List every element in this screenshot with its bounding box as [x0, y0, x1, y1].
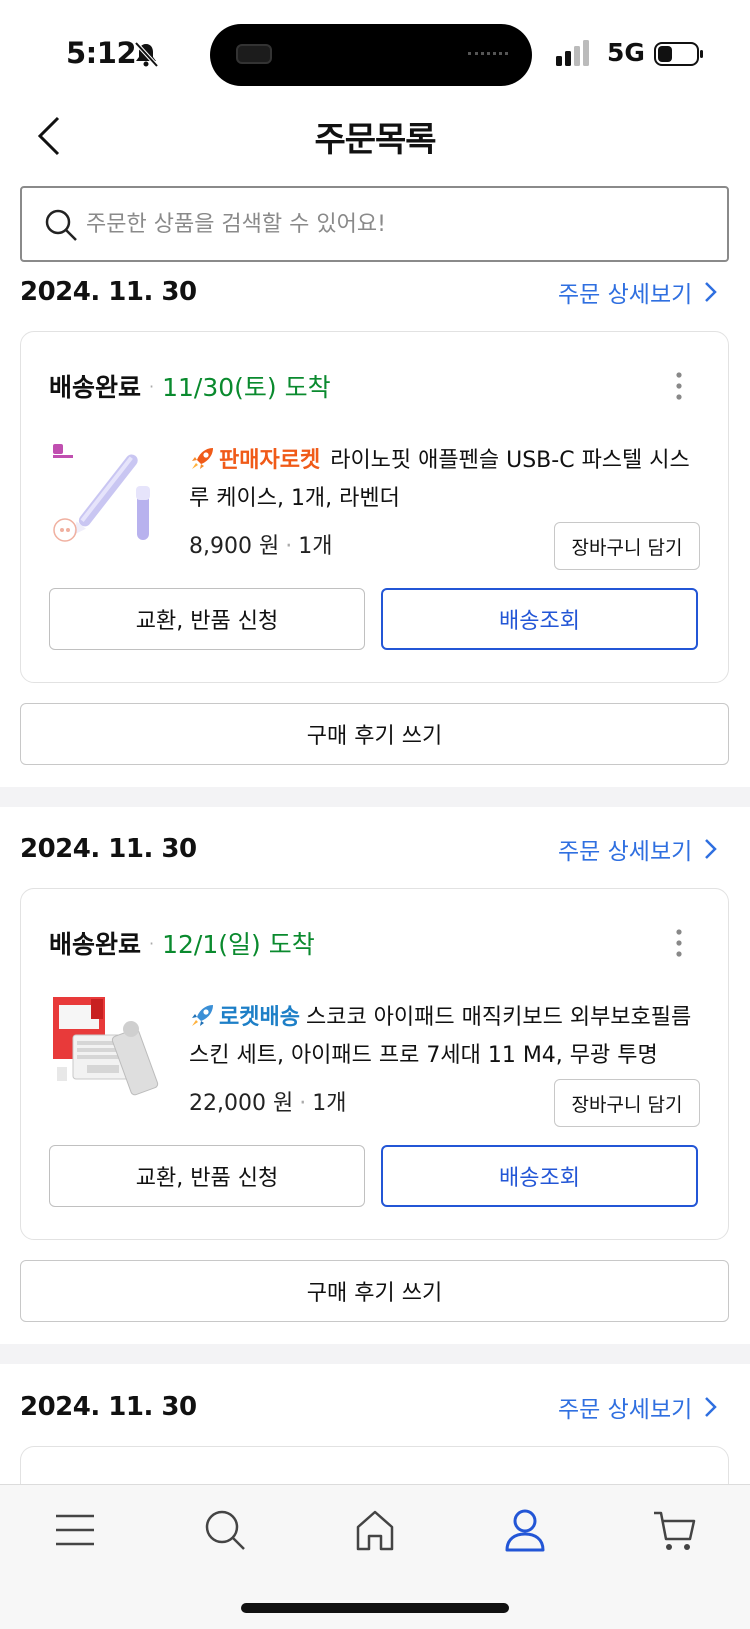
write-review-button[interactable]: 구매 후기 쓰기: [20, 1260, 729, 1322]
arrival-date: 11/30(토) 도착: [162, 373, 331, 402]
separator-dot: ·: [149, 933, 155, 953]
header: 주문목록: [0, 100, 750, 180]
price: 8,900 원: [189, 534, 280, 559]
price: 22,000 원: [189, 1091, 294, 1116]
search-icon: [45, 209, 77, 241]
price-line: 8,900 원 · 1개: [189, 528, 332, 560]
quantity: 1개: [298, 534, 333, 559]
seller-rocket-badge: 판매자로켓: [219, 448, 321, 473]
section-divider: [0, 787, 750, 807]
island-dots: [468, 52, 508, 56]
search-input[interactable]: [86, 204, 686, 244]
add-to-cart-button[interactable]: 장바구니 담기: [554, 522, 700, 570]
rocket-icon: [192, 448, 213, 469]
island-activity-icon: [236, 44, 272, 64]
order-card: 배송완료 · 12/1(일) 도착 로켓배송 스코코 아이패드 매직키보드 외부…: [20, 888, 729, 1240]
network-label: 5G: [607, 38, 645, 67]
battery-icon: [654, 42, 703, 66]
menu-icon[interactable]: [52, 1507, 98, 1553]
status-time: 5:12: [66, 36, 137, 70]
page-title: 주문목록: [314, 120, 436, 160]
more-options-icon[interactable]: [676, 929, 682, 957]
exchange-return-button[interactable]: 교환, 반품 신청: [49, 1145, 365, 1207]
order-detail-link[interactable]: 주문 상세보기: [558, 275, 718, 309]
order-date: 2024. 11. 30: [20, 277, 197, 307]
price-line: 22,000 원 · 1개: [189, 1085, 346, 1117]
arrival-date: 12/1(일) 도착: [162, 930, 315, 959]
rocket-delivery-badge: 로켓배송: [219, 1005, 300, 1030]
order-detail-link[interactable]: 주문 상세보기: [558, 1390, 718, 1424]
product-title[interactable]: 판매자로켓 라이노핏 애플펜슬 USB-C 파스텔 시스루 케이스, 1개, 라벤…: [189, 442, 709, 518]
search-icon[interactable]: [202, 1507, 248, 1553]
delivery-status: 배송완료 · 12/1(일) 도착: [49, 925, 315, 961]
separator-dot: ·: [149, 376, 155, 396]
order-detail-label: 주문 상세보기: [558, 839, 693, 865]
bell-muted-icon: [134, 41, 159, 68]
delivery-status-label: 배송완료: [49, 930, 142, 959]
exchange-return-button[interactable]: 교환, 반품 신청: [49, 588, 365, 650]
cart-icon[interactable]: [652, 1507, 698, 1553]
track-delivery-button[interactable]: 배송조회: [381, 588, 698, 650]
order-detail-label: 주문 상세보기: [558, 1397, 693, 1423]
track-delivery-button[interactable]: 배송조회: [381, 1145, 698, 1207]
chevron-right-icon: [705, 1397, 718, 1417]
order-date: 2024. 11. 30: [20, 834, 197, 864]
add-to-cart-button[interactable]: 장바구니 담기: [554, 1079, 700, 1127]
section-divider: [0, 1344, 750, 1364]
order-detail-link[interactable]: 주문 상세보기: [558, 832, 718, 866]
quantity: 1개: [312, 1091, 347, 1116]
chevron-right-icon: [705, 282, 718, 302]
delivery-status-label: 배송완료: [49, 373, 142, 402]
order-detail-label: 주문 상세보기: [558, 282, 693, 308]
search-box[interactable]: [20, 186, 729, 262]
product-image-pencil-case[interactable]: [51, 440, 161, 550]
order-card: 배송완료 · 11/30(토) 도착 판매자로켓 라이노핏 애플펜슬 USB-C…: [20, 331, 729, 683]
separator-dot: ·: [299, 1091, 307, 1116]
product-image-keyboard-film[interactable]: [51, 997, 161, 1107]
bottom-nav: [0, 1484, 750, 1629]
status-bar: 5:12 5G: [0, 0, 750, 100]
home-indicator: [241, 1603, 509, 1613]
write-review-button[interactable]: 구매 후기 쓰기: [20, 703, 729, 765]
dynamic-island: [210, 24, 532, 86]
delivery-status: 배송완료 · 11/30(토) 도착: [49, 368, 331, 404]
separator-dot: ·: [285, 534, 293, 559]
more-options-icon[interactable]: [676, 372, 682, 400]
chevron-right-icon: [705, 839, 718, 859]
order-date: 2024. 11. 30: [20, 1392, 197, 1422]
rocket-icon: [192, 1005, 213, 1026]
home-icon[interactable]: [352, 1507, 398, 1553]
signal-icon: [556, 40, 589, 66]
my-page-icon[interactable]: [502, 1507, 548, 1553]
product-title[interactable]: 로켓배송 스코코 아이패드 매직키보드 외부보호필름 스킨 세트, 아이패드 프로…: [189, 999, 709, 1075]
